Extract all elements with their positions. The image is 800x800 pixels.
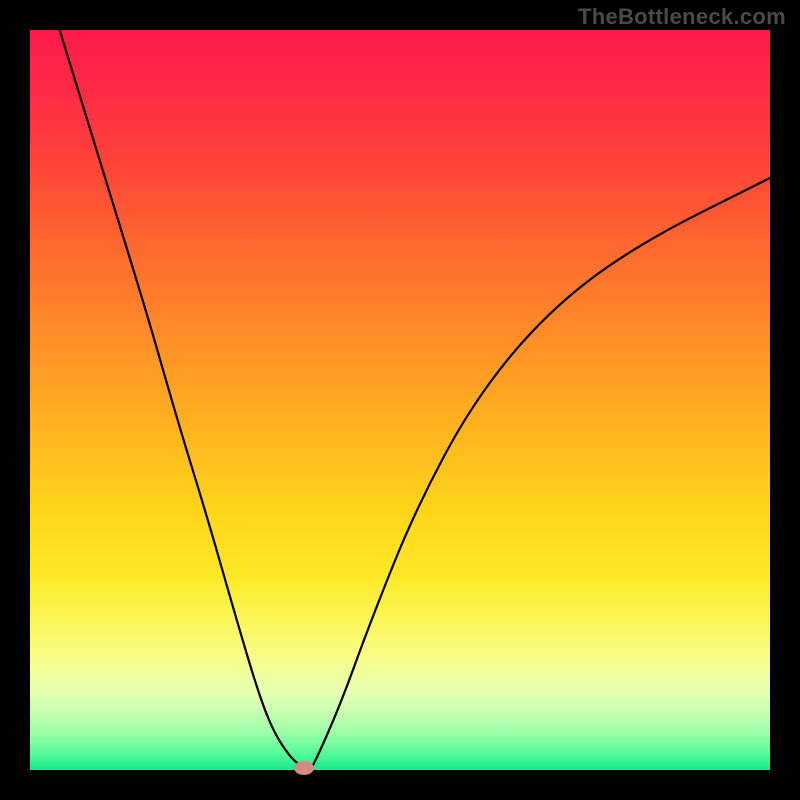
optimal-point-marker — [294, 761, 314, 775]
attribution-text: TheBottleneck.com — [578, 4, 786, 30]
chart-frame: TheBottleneck.com — [0, 0, 800, 800]
bottleneck-curve — [30, 30, 770, 770]
